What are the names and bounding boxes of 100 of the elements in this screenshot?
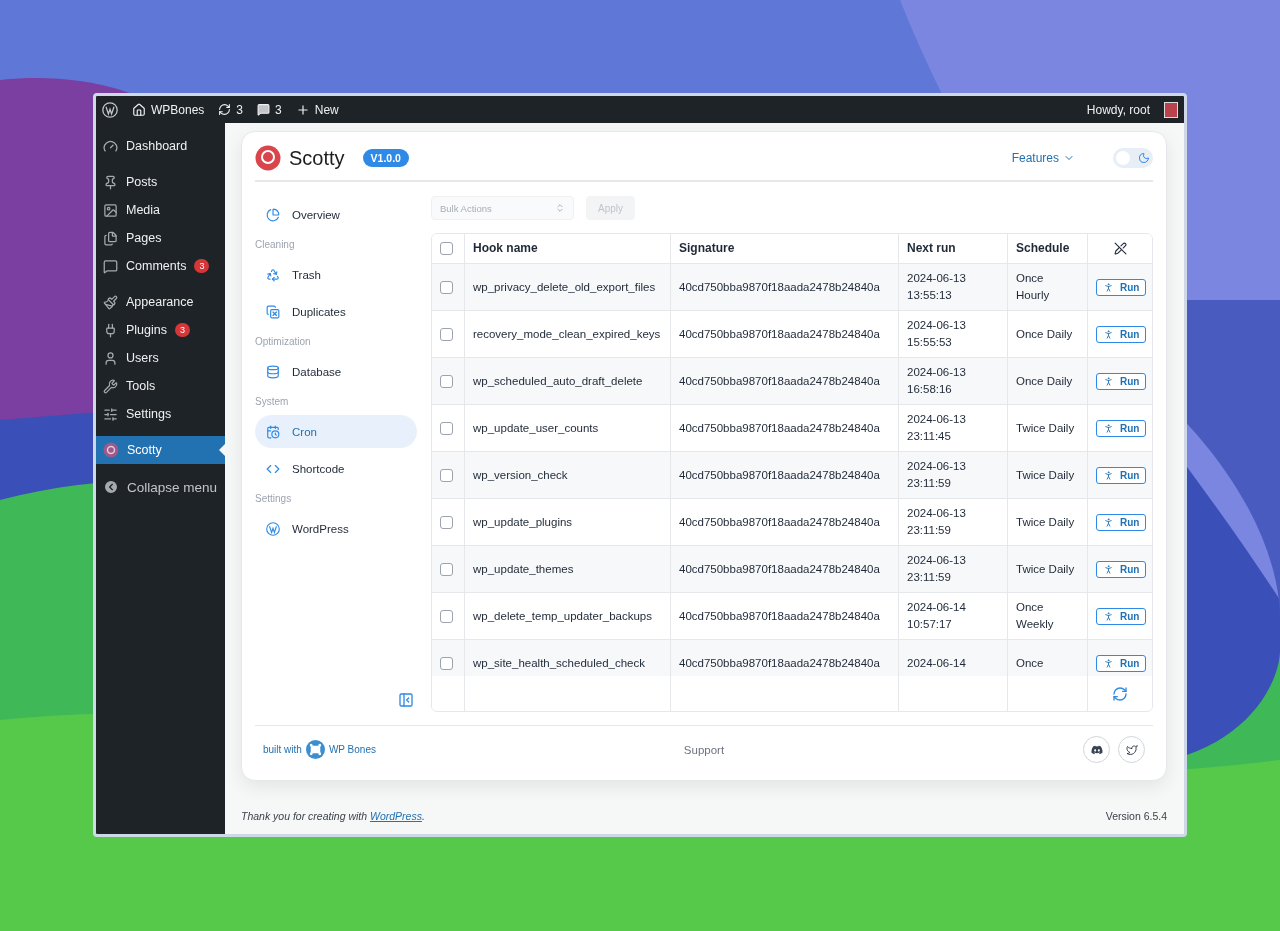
new-link[interactable]: New: [295, 102, 339, 117]
row-checkbox[interactable]: [440, 656, 453, 670]
row-checkbox[interactable]: [440, 562, 453, 576]
next-run-date: 2024-06-13: [907, 271, 966, 286]
row-checkbox[interactable]: [440, 609, 453, 623]
hook-name: wp_update_user_counts: [473, 420, 599, 436]
menu-item[interactable]: Users: [96, 344, 225, 372]
scotty-logo-icon: [255, 145, 281, 171]
plugin-logo-icon: [103, 442, 119, 458]
features-menu[interactable]: Features: [1005, 150, 1081, 166]
row-checkbox[interactable]: [440, 327, 453, 341]
run-button[interactable]: Run: [1096, 607, 1147, 625]
menu-item[interactable]: Plugins 3: [96, 316, 225, 344]
row-checkbox[interactable]: [440, 515, 453, 529]
plus-icon: [295, 102, 310, 117]
menu-item[interactable]: Tools: [96, 372, 225, 400]
menu-item[interactable]: Comments 3: [96, 252, 225, 280]
row-checkbox[interactable]: [440, 280, 453, 294]
menu-item[interactable]: Appearance: [96, 288, 225, 316]
next-run-time: 23:11:59: [907, 476, 952, 491]
collapse-menu[interactable]: Collapse menu: [96, 472, 225, 502]
collapse-sidebar-icon[interactable]: [398, 692, 414, 708]
next-run-time: 16:58:16: [907, 382, 953, 397]
column-header: Next run: [907, 240, 956, 257]
menu-icon: [103, 378, 118, 394]
run-button[interactable]: Run: [1096, 372, 1147, 390]
nav-section-title: Optimization: [255, 335, 312, 349]
schedule: Once Daily: [1016, 326, 1073, 342]
run-button[interactable]: Run: [1096, 419, 1147, 437]
row-checkbox[interactable]: [440, 468, 453, 482]
menu-item[interactable]: Media: [96, 196, 225, 224]
support-link[interactable]: Support: [557, 743, 851, 756]
nav-icon: [266, 207, 280, 222]
site-link[interactable]: WPBones: [132, 102, 205, 117]
menu-item[interactable]: Settings: [96, 400, 225, 428]
hook-name: recovery_mode_clean_expired_keys: [473, 326, 661, 342]
refresh-icon: [218, 103, 232, 116]
run-button[interactable]: Run: [1096, 654, 1147, 672]
updates-link[interactable]: 3: [218, 102, 244, 117]
signature: 40cd750bba9870f18aada2478b24840a: [679, 420, 880, 436]
nav-item[interactable]: Cron: [255, 415, 417, 448]
run-button[interactable]: Run: [1096, 560, 1147, 578]
nav-section-title: Cleaning: [255, 238, 296, 252]
run-button[interactable]: Run: [1096, 325, 1147, 343]
nav-item[interactable]: Trash: [255, 258, 417, 291]
column-header: Schedule: [1016, 240, 1070, 257]
hook-name: wp_scheduled_auto_draft_delete: [473, 373, 643, 389]
nav-item[interactable]: WordPress: [255, 512, 417, 545]
nav-item[interactable]: Database: [255, 355, 417, 388]
nav-icon: [266, 424, 280, 439]
refresh-icon[interactable]: [1112, 685, 1128, 702]
run-button[interactable]: Run: [1096, 466, 1147, 484]
menu-icon: [103, 350, 118, 366]
row-checkbox[interactable]: [440, 374, 453, 388]
run-button[interactable]: Run: [1096, 278, 1147, 296]
signature: 40cd750bba9870f18aada2478b24840a: [679, 561, 880, 577]
next-run-time: 13:55:13: [907, 288, 953, 303]
comments-link[interactable]: 3: [257, 102, 282, 117]
nav-section-title: System: [255, 395, 290, 409]
schedule: Once Hourly: [1016, 271, 1051, 303]
wordpress-icon[interactable]: [266, 521, 280, 536]
next-run-date: 2024-06-13: [907, 412, 966, 427]
dark-mode-toggle[interactable]: [1113, 148, 1153, 168]
menu-icon: [103, 230, 118, 246]
twitter-button[interactable]: [1118, 736, 1145, 763]
wordpress-logo-icon[interactable]: [102, 101, 118, 118]
runner-icon: [1103, 610, 1114, 622]
menu-item[interactable]: Posts: [96, 168, 225, 196]
avatar-icon[interactable]: [1164, 101, 1178, 118]
nav-item[interactable]: Overview: [255, 198, 417, 231]
next-run-time: 23:11:59: [907, 570, 952, 585]
home-icon: [132, 102, 146, 117]
schedule: Twice Daily: [1016, 420, 1075, 436]
menu-item[interactable]: Pages: [96, 224, 225, 252]
column-header: Signature: [679, 240, 735, 257]
discord-icon: [1090, 743, 1103, 756]
version-badge: V1.0.0: [362, 149, 409, 167]
footer-thanks: Thank you for creating with WordPress.: [241, 809, 425, 823]
select-all-checkbox[interactable]: [440, 242, 453, 255]
menu-item[interactable]: Dashboard: [96, 132, 225, 160]
wp-bones-link[interactable]: WP Bones: [328, 744, 376, 755]
nav-item[interactable]: Shortcode: [255, 452, 417, 485]
discord-button[interactable]: [1083, 736, 1110, 763]
updown-icon: [555, 203, 565, 213]
nav-item[interactable]: Duplicates: [255, 295, 417, 328]
menu-item[interactable]: Scotty: [96, 436, 225, 464]
row-checkbox[interactable]: [440, 421, 453, 435]
nav-icon: [266, 267, 280, 282]
collapse-icon: [103, 479, 119, 495]
wordpress-link[interactable]: WordPress: [370, 810, 422, 822]
run-button[interactable]: Run: [1096, 513, 1147, 531]
menu-icon: [103, 258, 118, 274]
menu-icon: [103, 138, 118, 154]
greeting[interactable]: Howdy, root: [1086, 102, 1150, 117]
hook-name: wp_site_health_scheduled_check: [473, 655, 645, 671]
version-text: Version 6.5.4: [1105, 809, 1167, 823]
runner-icon: [1103, 281, 1114, 293]
next-run-time: 10:57:17: [907, 617, 953, 632]
runner-icon: [1103, 328, 1114, 340]
comment-icon: [257, 103, 271, 116]
